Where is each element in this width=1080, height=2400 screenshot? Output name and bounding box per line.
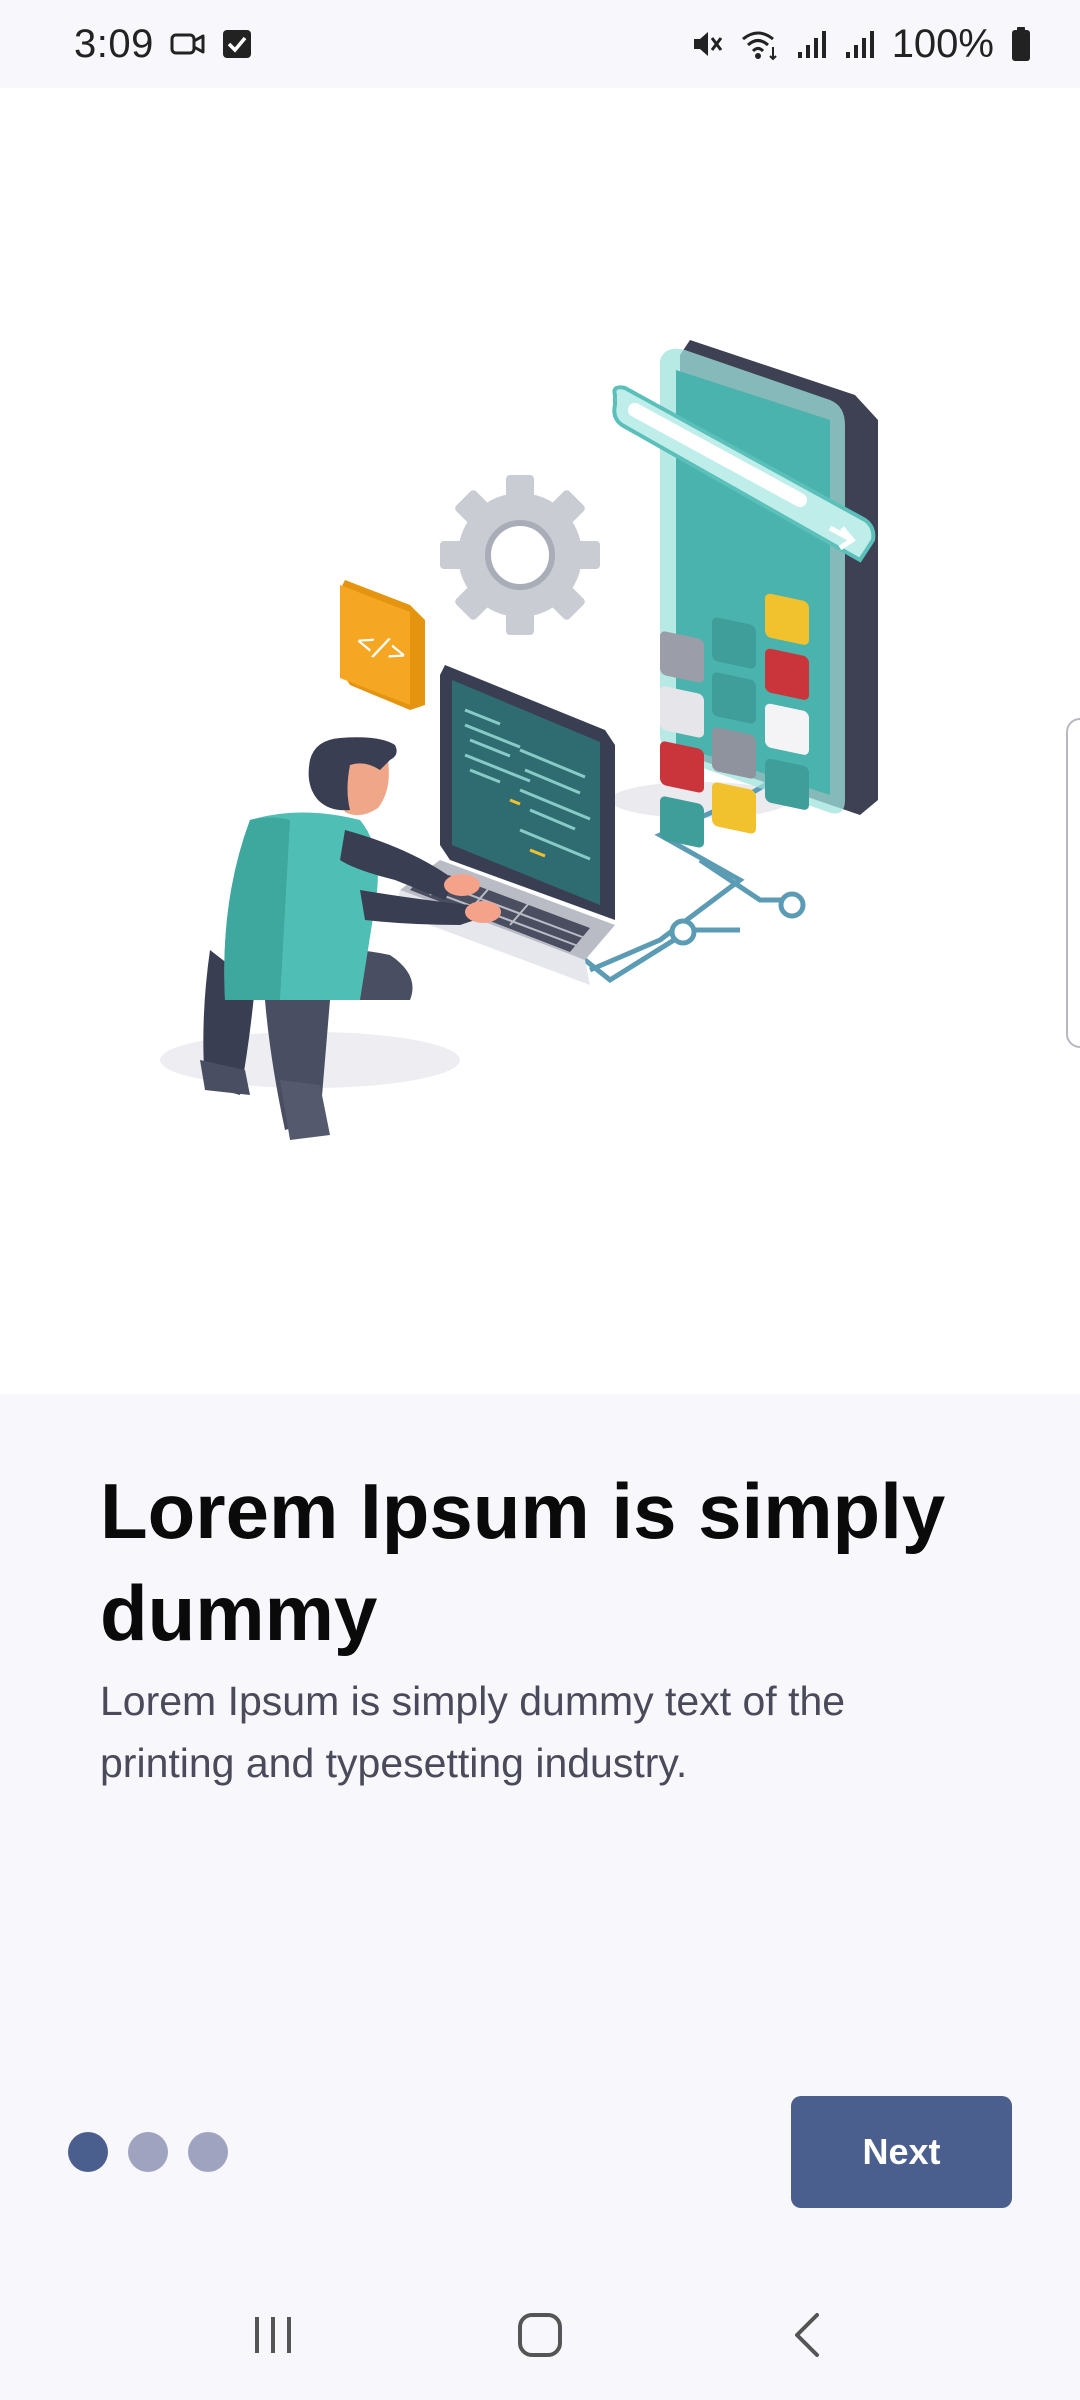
page-dot-1[interactable] [68,2132,108,2172]
next-button[interactable]: Next [791,2096,1012,2208]
home-icon[interactable] [500,2295,580,2375]
battery-icon [1010,26,1032,62]
page-dot-3[interactable] [188,2132,228,2172]
battery-percent: 100% [891,21,994,66]
signal-icon [796,28,828,60]
page-dot-2[interactable] [128,2132,168,2172]
checkbox-notification-icon [222,29,252,59]
hero-illustration-area: </> [0,88,1080,1394]
onboarding-title: Lorem Ipsum is simply dummy [100,1467,946,1657]
edge-panel-handle[interactable] [1066,718,1080,1048]
page-indicator [68,2132,228,2172]
onboarding-description: Lorem Ipsum is simply dummy text of the … [100,1678,846,1786]
status-right: 100% [690,22,1032,67]
status-time: 3:09 [74,21,154,66]
wifi-icon [740,27,780,61]
navigation-bar [0,2270,1080,2400]
developer-coding-illustration: </> [160,340,878,1140]
video-call-icon [170,30,206,58]
onboarding-content: Lorem Ipsum is simply dummy Lorem Ipsum … [100,1460,980,1794]
status-bar: 3:09 100% [0,0,1080,88]
recent-apps-icon[interactable] [233,2295,313,2375]
back-icon[interactable] [767,2295,847,2375]
mute-icon [690,27,724,61]
signal-icon-2 [844,28,876,60]
status-left: 3:09 [74,22,252,67]
